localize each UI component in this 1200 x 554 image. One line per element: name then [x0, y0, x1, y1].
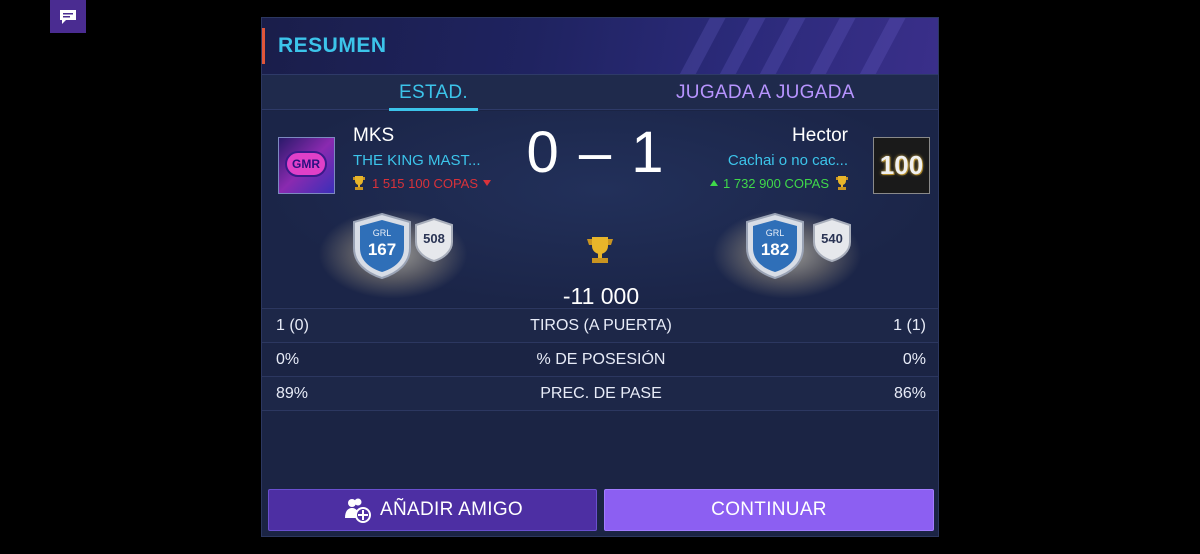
stat-label: % DE POSESIÓN: [536, 351, 666, 368]
trophy-icon: [587, 237, 613, 263]
right-rating-label: GRL: [765, 228, 785, 238]
left-player-avatar[interactable]: GMR: [278, 137, 335, 194]
match-score: 0 – 1: [526, 120, 666, 185]
left-trophies-count: 1 515 100 COPAS: [372, 175, 478, 191]
stats-table: 1 (0) TIROS (A PUERTA) 1 (1) 0% % DE POS…: [262, 308, 938, 411]
tab-play-by-play[interactable]: JUGADA A JUGADA: [676, 82, 855, 104]
stat-row: 1 (0) TIROS (A PUERTA) 1 (1): [262, 308, 938, 342]
right-secondary-rating-badge: 540: [812, 217, 852, 263]
right-player-name: Hector: [792, 125, 848, 146]
stat-right-value: 1 (1): [893, 317, 926, 334]
tab-stats[interactable]: ESTAD.: [389, 82, 479, 111]
stat-row: 0% % DE POSESIÓN 0%: [262, 342, 938, 376]
left-rating: 167: [367, 240, 397, 259]
right-rating: 182: [760, 240, 790, 259]
stat-right-value: 0%: [902, 351, 926, 368]
left-secondary-rating-badge: 508: [414, 217, 454, 263]
trophy-icon: [353, 176, 365, 190]
right-player-club: Cachai o no cac...: [727, 152, 848, 169]
right-player-trophies: 1 732 900 COPAS: [710, 175, 850, 191]
left-player-name: MKS: [353, 125, 395, 146]
add-friend-button[interactable]: AÑADIR AMIGO: [268, 489, 597, 531]
trophy-change: -11 000: [562, 283, 640, 309]
tab-bar: ESTAD. JUGADA A JUGADA: [262, 74, 938, 111]
avatar-badge-text: 100: [879, 150, 924, 180]
panel-header: RESUMEN: [262, 18, 938, 74]
avatar-badge-text: GMR: [285, 151, 327, 177]
match-summary-panel: RESUMEN ESTAD. JUGADA A JUGADA GMR MKS T…: [261, 17, 939, 537]
arrow-up-icon: [710, 180, 718, 186]
arrow-down-icon: [483, 180, 491, 186]
left-rating-badge: GRL 167: [352, 212, 412, 280]
add-friend-icon: [345, 498, 372, 523]
left-player-club: THE KING MAST...: [353, 152, 481, 169]
header-accent: [262, 28, 265, 64]
right-secondary-rating: 540: [821, 231, 843, 246]
tab-play-by-play-label: JUGADA A JUGADA: [676, 82, 855, 103]
page-title: RESUMEN: [278, 34, 387, 57]
continue-label: CONTINUAR: [711, 499, 827, 520]
right-rating-badge: GRL 182: [745, 212, 805, 280]
stat-row: 89% PREC. DE PASE 86%: [262, 376, 938, 410]
continue-button[interactable]: CONTINUAR: [604, 489, 934, 531]
left-player-trophies: 1 515 100 COPAS: [351, 175, 491, 191]
right-player-avatar[interactable]: 100: [873, 137, 930, 194]
left-rating-label: GRL: [372, 228, 392, 238]
right-trophies-count: 1 732 900 COPAS: [723, 175, 829, 191]
stat-label: PREC. DE PASE: [540, 385, 662, 402]
chat-button[interactable]: [50, 0, 86, 33]
stat-right-value: 86%: [893, 385, 926, 402]
add-friend-label: AÑADIR AMIGO: [380, 499, 523, 520]
trophy-icon: [836, 176, 848, 190]
left-secondary-rating: 508: [423, 231, 445, 246]
tab-stats-label: ESTAD.: [399, 82, 469, 103]
chat-bubble-icon: [60, 9, 76, 24]
stat-label: TIROS (A PUERTA): [530, 317, 672, 334]
match-result: GMR MKS THE KING MAST... 1 515 100 COPAS…: [262, 111, 938, 309]
